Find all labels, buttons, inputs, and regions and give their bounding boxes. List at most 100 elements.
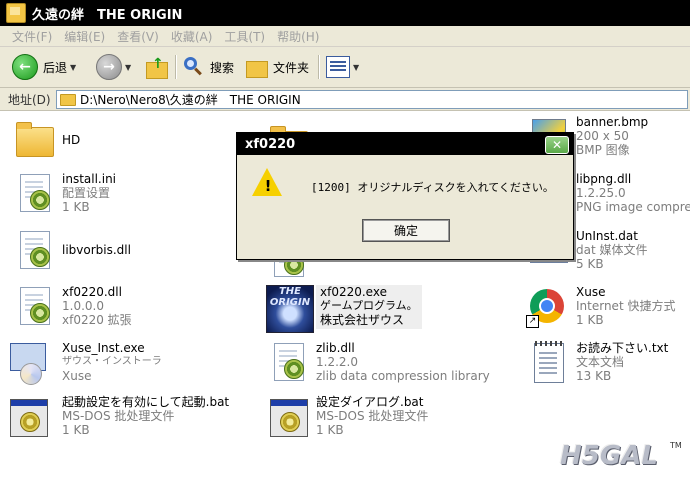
dll-file-icon xyxy=(12,229,56,273)
folders-icon xyxy=(246,56,268,78)
batch-file-icon xyxy=(6,395,50,439)
folder-icon xyxy=(6,3,26,23)
chevron-down-icon: ▼ xyxy=(353,62,360,72)
item-name: xf0220.exe xyxy=(320,285,387,299)
list-item[interactable]: Xuse_Inst.exe ザウス・インストーラ Xuse xyxy=(6,341,162,385)
config-file-icon xyxy=(12,172,56,216)
forward-arrow-icon: → xyxy=(96,54,122,80)
warning-icon-mark: ! xyxy=(264,177,272,195)
item-size: 13 KB xyxy=(576,369,612,383)
watermark: H5GAL xyxy=(560,441,658,471)
toolbar: ← 后退 ▼ → ▼ ↑ 搜索 文件夹 ▼ xyxy=(0,47,690,88)
dialog-title: xf0220 xyxy=(245,136,296,152)
item-type: dat 媒体文件 xyxy=(576,243,648,257)
dialog-titlebar[interactable]: xf0220 ✕ xyxy=(237,133,573,155)
ok-button[interactable]: 确定 xyxy=(362,219,450,242)
item-description: zlib data compression library xyxy=(316,369,490,383)
list-item[interactable]: xf0220.dll 1.0.0.0 xf0220 拡張 xyxy=(12,285,132,329)
search-button[interactable]: 搜索 xyxy=(182,52,234,82)
item-size: 1 KB xyxy=(62,200,90,214)
up-folder-button[interactable]: ↑ xyxy=(146,52,168,82)
list-item[interactable]: お読み下さい.txt 文本文档 13 KB xyxy=(526,341,668,385)
list-item[interactable]: 起動設定を有効にして起動.bat MS-DOS 批处理文件 1 KB xyxy=(6,395,229,439)
search-label: 搜索 xyxy=(210,60,235,75)
back-button[interactable]: ← 后退 ▼ xyxy=(12,52,76,82)
menu-view[interactable]: 查看(V) xyxy=(117,28,159,45)
installer-icon xyxy=(6,341,50,385)
notepad-icon xyxy=(526,341,570,385)
menu-bar: 文件(F) 编辑(E) 查看(V) 收藏(A) 工具(T) 帮助(H) xyxy=(0,26,690,47)
menu-help[interactable]: 帮助(H) xyxy=(277,28,319,45)
trademark: TM xyxy=(670,441,682,450)
item-description: xf0220 拡張 xyxy=(62,313,132,327)
item-name: 起動設定を有効にして起動.bat xyxy=(62,395,230,409)
list-item[interactable]: libvorbis.dll xyxy=(12,229,131,273)
menu-edit[interactable]: 编辑(E) xyxy=(64,28,105,45)
item-company: 株式会社ザウス xyxy=(320,313,405,327)
list-item[interactable]: ↗ Xuse Internet 快捷方式 1 KB xyxy=(526,285,675,329)
item-type: 配置设置 xyxy=(62,186,111,200)
forward-button[interactable]: → ▼ xyxy=(96,52,131,82)
item-description: ゲームプログラム。 xyxy=(320,299,418,312)
item-name: HD xyxy=(62,133,81,147)
item-description: ザウス・インストーラ xyxy=(62,356,162,367)
address-input[interactable]: D:\Nero\Nero8\久遠の絆 THE ORIGIN xyxy=(56,90,688,109)
item-name: お読み下さい.txt xyxy=(576,341,669,355)
views-button[interactable]: ▼ xyxy=(326,52,359,82)
batch-file-icon xyxy=(266,395,310,439)
item-type: MS-DOS 批处理文件 xyxy=(316,409,429,423)
error-dialog: xf0220 ✕ ! [1200] オリジナルディスクを入れてください。 确定 xyxy=(236,132,574,260)
up-folder-icon: ↑ xyxy=(146,56,168,79)
address-path: D:\Nero\Nero8\久遠の絆 THE ORIGIN xyxy=(80,93,301,107)
origin-exe-icon: THE ORIGIN xyxy=(266,285,314,333)
list-item[interactable]: HD xyxy=(12,117,80,161)
item-type: Internet 快捷方式 xyxy=(576,299,676,313)
address-label: 地址(D) xyxy=(8,92,51,107)
views-icon xyxy=(326,56,350,78)
folders-label: 文件夹 xyxy=(273,60,310,75)
item-name: Xuse_Inst.exe xyxy=(62,341,145,355)
item-name: libpng.dll xyxy=(576,172,632,186)
item-name: install.ini xyxy=(62,172,117,186)
item-size: 5 KB xyxy=(576,257,604,271)
list-item[interactable]: install.ini 配置设置 1 KB xyxy=(12,172,116,216)
dll-file-icon xyxy=(266,341,310,385)
address-bar: 地址(D) D:\Nero\Nero8\久遠の絆 THE ORIGIN xyxy=(0,88,690,111)
list-item[interactable]: THE ORIGIN xf0220.exe ゲームプログラム。 株式会社ザウス xyxy=(266,285,422,333)
item-company: Xuse xyxy=(62,369,92,383)
list-item[interactable]: zlib.dll 1.2.2.0 zlib data compression l… xyxy=(266,341,490,385)
item-name: Xuse xyxy=(576,285,606,299)
item-description: PNG image compress xyxy=(576,200,690,214)
window-title: 久遠の絆 THE ORIGIN xyxy=(32,7,183,23)
menu-tools[interactable]: 工具(T) xyxy=(224,28,265,45)
menu-file[interactable]: 文件(F) xyxy=(12,28,52,45)
item-version: 1.2.25.0 xyxy=(576,186,626,200)
menu-favorites[interactable]: 收藏(A) xyxy=(171,28,213,45)
list-item[interactable]: 設定ダイアログ.bat MS-DOS 批处理文件 1 KB xyxy=(266,395,428,439)
search-icon xyxy=(182,56,204,78)
item-size: 1 KB xyxy=(576,313,604,327)
folder-icon xyxy=(60,93,76,106)
chevron-down-icon: ▼ xyxy=(125,62,132,72)
back-label: 后退 xyxy=(43,60,68,75)
item-name: zlib.dll xyxy=(316,341,355,355)
item-dimensions: 200 x 50 xyxy=(576,129,629,143)
item-type: MS-DOS 批处理文件 xyxy=(62,409,175,423)
chevron-down-icon: ▼ xyxy=(70,62,77,72)
item-name: UnInst.dat xyxy=(576,229,638,243)
back-arrow-icon: ← xyxy=(12,54,38,80)
window-titlebar[interactable]: 久遠の絆 THE ORIGIN xyxy=(0,0,690,26)
item-name: xf0220.dll xyxy=(62,285,122,299)
close-icon[interactable]: ✕ xyxy=(545,136,569,154)
item-version: 1.0.0.0 xyxy=(62,299,104,313)
item-version: 1.2.2.0 xyxy=(316,355,358,369)
folder-icon xyxy=(12,117,56,161)
item-size: 1 KB xyxy=(316,423,344,437)
folders-button[interactable]: 文件夹 xyxy=(246,52,309,82)
item-size: 1 KB xyxy=(62,423,90,437)
item-type: BMP 图像 xyxy=(576,143,630,157)
item-name: libvorbis.dll xyxy=(62,243,131,257)
item-name: 設定ダイアログ.bat xyxy=(316,395,424,409)
item-name: banner.bmp xyxy=(576,115,649,129)
item-type: 文本文档 xyxy=(576,355,625,369)
